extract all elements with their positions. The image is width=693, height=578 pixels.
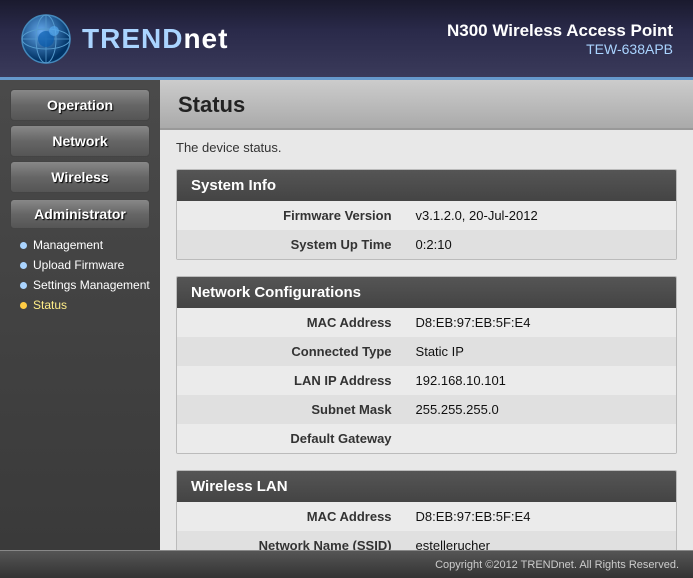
lan-ip-value: 192.168.10.101 (402, 366, 676, 395)
system-uptime-value: 0:2:10 (402, 230, 676, 259)
connected-type-value: Static IP (402, 337, 676, 366)
subnet-mask-value: 255.255.255.0 (402, 395, 676, 424)
bullet-icon (20, 262, 27, 269)
connected-type-label: Connected Type (177, 337, 402, 366)
table-row: Network Name (SSID) estellerucher (177, 531, 676, 550)
sidebar-item-administrator[interactable]: Administrator (10, 199, 150, 229)
table-row: Subnet Mask 255.255.255.0 (177, 395, 676, 424)
wireless-lan-table: MAC Address D8:EB:97:EB:5F:E4 Network Na… (177, 502, 676, 550)
default-gateway-label: Default Gateway (177, 424, 402, 453)
system-uptime-label: System Up Time (177, 230, 402, 259)
firmware-version-label: Firmware Version (177, 201, 402, 230)
brand-name: TRENDnet (82, 23, 228, 55)
content-header: Status (160, 80, 693, 130)
firmware-version-value: v3.1.2.0, 20-Jul-2012 (402, 201, 676, 230)
footer: Copyright ©2012 TRENDnet. All Rights Res… (0, 550, 693, 578)
product-model: TEW-638APB (447, 41, 673, 57)
ssid-label: Network Name (SSID) (177, 531, 402, 550)
wlan-mac-label: MAC Address (177, 502, 402, 531)
table-row: LAN IP Address 192.168.10.101 (177, 366, 676, 395)
network-config-section: Network Configurations MAC Address D8:EB… (176, 276, 677, 454)
wireless-lan-header: Wireless LAN (177, 471, 676, 502)
table-row: MAC Address D8:EB:97:EB:5F:E4 (177, 502, 676, 531)
lan-ip-label: LAN IP Address (177, 366, 402, 395)
ssid-value: estellerucher (402, 531, 676, 550)
table-row: Firmware Version v3.1.2.0, 20-Jul-2012 (177, 201, 676, 230)
logo-globe-icon (20, 13, 72, 65)
wireless-lan-section: Wireless LAN MAC Address D8:EB:97:EB:5F:… (176, 470, 677, 550)
sidebar-submenu: Management Upload Firmware Settings Mana… (0, 231, 160, 319)
network-config-table: MAC Address D8:EB:97:EB:5F:E4 Connected … (177, 308, 676, 453)
mac-address-label: MAC Address (177, 308, 402, 337)
wlan-mac-value: D8:EB:97:EB:5F:E4 (402, 502, 676, 531)
system-info-section: System Info Firmware Version v3.1.2.0, 2… (176, 169, 677, 260)
logo-area: TRENDnet (20, 13, 228, 65)
page-description: The device status. (176, 140, 677, 155)
main-layout: Operation Network Wireless Administrator… (0, 80, 693, 550)
sidebar-submenu-upload-firmware[interactable]: Upload Firmware (16, 255, 160, 275)
page-title: Status (178, 92, 675, 118)
sidebar-submenu-status[interactable]: Status (16, 295, 160, 315)
sidebar-item-wireless[interactable]: Wireless (10, 161, 150, 193)
table-row: Connected Type Static IP (177, 337, 676, 366)
bullet-icon (20, 282, 27, 289)
table-row: MAC Address D8:EB:97:EB:5F:E4 (177, 308, 676, 337)
content-body: The device status. System Info Firmware … (160, 130, 693, 550)
sidebar-item-operation[interactable]: Operation (10, 89, 150, 121)
table-row: System Up Time 0:2:10 (177, 230, 676, 259)
bullet-icon (20, 242, 27, 249)
mac-address-value: D8:EB:97:EB:5F:E4 (402, 308, 676, 337)
network-config-header: Network Configurations (177, 277, 676, 308)
product-info: N300 Wireless Access Point TEW-638APB (447, 21, 673, 57)
default-gateway-value (402, 424, 676, 453)
system-info-table: Firmware Version v3.1.2.0, 20-Jul-2012 S… (177, 201, 676, 259)
content-area: Status The device status. System Info Fi… (160, 80, 693, 550)
product-title: N300 Wireless Access Point (447, 21, 673, 41)
bullet-icon (20, 302, 27, 309)
subnet-mask-label: Subnet Mask (177, 395, 402, 424)
sidebar-item-network[interactable]: Network (10, 125, 150, 157)
header: TRENDnet N300 Wireless Access Point TEW-… (0, 0, 693, 80)
system-info-header: System Info (177, 170, 676, 201)
table-row: Default Gateway (177, 424, 676, 453)
sidebar-submenu-settings-management[interactable]: Settings Management (16, 275, 160, 295)
copyright-text: Copyright ©2012 TRENDnet. All Rights Res… (435, 559, 679, 571)
sidebar-submenu-management[interactable]: Management (16, 235, 160, 255)
sidebar: Operation Network Wireless Administrator… (0, 80, 160, 550)
